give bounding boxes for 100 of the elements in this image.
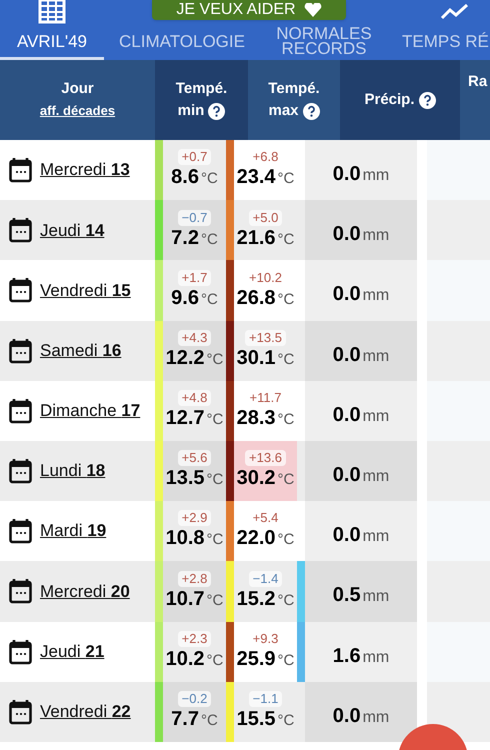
- calendar-icon: [9, 578, 32, 604]
- tab[interactable]: CLIMATOLOGIE: [104, 25, 260, 57]
- precipitation-value: 0.0: [332, 162, 361, 188]
- unit-label: °C: [278, 350, 294, 370]
- calendar-icon: [9, 398, 32, 424]
- column-header: min: [178, 101, 204, 121]
- temperature-value: 10.2: [166, 646, 205, 671]
- temperature-value: 9.6: [171, 286, 199, 310]
- temperature-value: 25.9: [236, 646, 276, 671]
- temperature-value: 7.7: [171, 707, 199, 732]
- unit-label: mm: [362, 587, 390, 608]
- anomaly-badge: +4.8: [178, 390, 212, 406]
- column-header: Précip.: [364, 90, 415, 110]
- anomaly-badge: +1.7: [178, 270, 212, 286]
- unit-label: mm: [362, 467, 390, 488]
- unit-label: °C: [278, 230, 294, 250]
- line-chart-icon: [440, 4, 470, 20]
- temperature-value: 28.3: [236, 406, 276, 430]
- add-button[interactable]: [398, 724, 468, 750]
- help-icon[interactable]: [302, 102, 320, 120]
- column-header: Tempé.: [268, 79, 320, 99]
- unit-label: °C: [278, 169, 294, 190]
- anomaly-badge: −1.4: [248, 570, 282, 587]
- day-link[interactable]: Dimanche 17: [40, 398, 140, 424]
- unit-label: °C: [206, 530, 224, 550]
- temperature-value: 23.4: [236, 165, 276, 190]
- unit-label: °C: [278, 650, 294, 671]
- unit-label: °C: [206, 650, 224, 671]
- calendar-icon: [9, 458, 32, 484]
- day-link[interactable]: Samedi 16: [40, 338, 122, 364]
- calendar-icon: [9, 698, 32, 725]
- unit-label: mm: [362, 226, 390, 246]
- anomaly-badge: −0.7: [178, 210, 212, 226]
- calendar-icon: [9, 338, 32, 364]
- temperature-value: 12.2: [166, 346, 205, 370]
- day-link[interactable]: Mercredi 20: [40, 578, 130, 604]
- unit-label: °C: [206, 590, 224, 611]
- unit-label: mm: [362, 346, 390, 367]
- unit-label: °C: [200, 169, 218, 190]
- day-link[interactable]: Jeudi 14: [40, 218, 104, 244]
- precipitation-value: 0.0: [332, 704, 361, 729]
- unit-label: °C: [200, 290, 218, 310]
- anomaly-badge: +5.6: [178, 450, 212, 466]
- unit-label: mm: [362, 708, 390, 728]
- unit-label: mm: [362, 166, 390, 186]
- anomaly-badge: −0.2: [178, 691, 212, 708]
- precipitation-value: 0.0: [332, 402, 361, 428]
- unit-label: °C: [278, 410, 294, 430]
- column-header: Ra: [468, 72, 488, 92]
- anomaly-badge: −1.1: [248, 691, 282, 708]
- column-header: max: [268, 101, 299, 121]
- tab[interactable]: TEMPS RÉ: [388, 25, 490, 57]
- day-link[interactable]: Jeudi 21: [40, 638, 104, 664]
- tab[interactable]: NORMALES RECORDS: [260, 25, 388, 57]
- tab[interactable]: AVRIL'49: [0, 25, 104, 57]
- temperature-value: 8.6: [171, 165, 199, 190]
- day-link[interactable]: Vendredi 22: [40, 699, 131, 725]
- temperature-value: 26.8: [236, 286, 276, 310]
- temperature-value: 10.7: [166, 586, 205, 611]
- day-link[interactable]: Mercredi 13: [40, 157, 130, 183]
- calendar-icon: [9, 638, 32, 665]
- precipitation-value: 0.0: [332, 282, 361, 308]
- unit-label: °C: [278, 530, 294, 550]
- unit-label: mm: [362, 286, 390, 306]
- precipitation-value: 0.0: [332, 523, 361, 548]
- anomaly-badge: +5.0: [248, 210, 282, 226]
- day-link[interactable]: Vendredi 15: [40, 278, 131, 304]
- calendar-icon: [9, 157, 32, 184]
- day-link[interactable]: Lundi 18: [40, 458, 106, 484]
- temperature-value: 21.6: [236, 226, 276, 250]
- temperature-value: 13.5: [166, 466, 205, 490]
- unit-label: mm: [362, 406, 390, 427]
- anomaly-badge: +13.6: [245, 450, 286, 466]
- anomaly-badge: +4.3: [178, 330, 212, 346]
- unit-label: °C: [206, 350, 224, 370]
- calendar-icon: [9, 217, 32, 244]
- column-header: Jour: [61, 79, 94, 99]
- unit-label: °C: [206, 470, 224, 490]
- temperature-value: 12.7: [166, 406, 205, 430]
- heart-icon: [304, 3, 322, 17]
- column-header: Tempé.: [176, 79, 228, 99]
- help-icon[interactable]: [208, 102, 226, 120]
- anomaly-badge: +2.9: [178, 510, 212, 526]
- decades-link[interactable]: aff. décades: [40, 100, 116, 122]
- precipitation-value: 0.0: [332, 463, 361, 488]
- help-icon[interactable]: [418, 92, 436, 108]
- temperature-value: 10.8: [166, 526, 205, 550]
- day-link[interactable]: Mardi 19: [40, 518, 106, 544]
- anomaly-badge: +0.7: [178, 149, 212, 166]
- unit-label: mm: [362, 648, 390, 668]
- unit-label: mm: [362, 527, 390, 548]
- temperature-value: 15.2: [236, 586, 276, 611]
- temperature-value: 30.2: [236, 466, 276, 490]
- help-button[interactable]: JE VEUX AIDER: [152, 0, 346, 20]
- precipitation-value: 0.5: [332, 583, 361, 608]
- temperature-value: 7.2: [171, 226, 199, 250]
- unit-label: °C: [206, 410, 224, 430]
- calendar-grid-icon: [38, 0, 66, 24]
- unit-label: °C: [200, 711, 218, 732]
- temperature-value: 22.0: [236, 526, 276, 550]
